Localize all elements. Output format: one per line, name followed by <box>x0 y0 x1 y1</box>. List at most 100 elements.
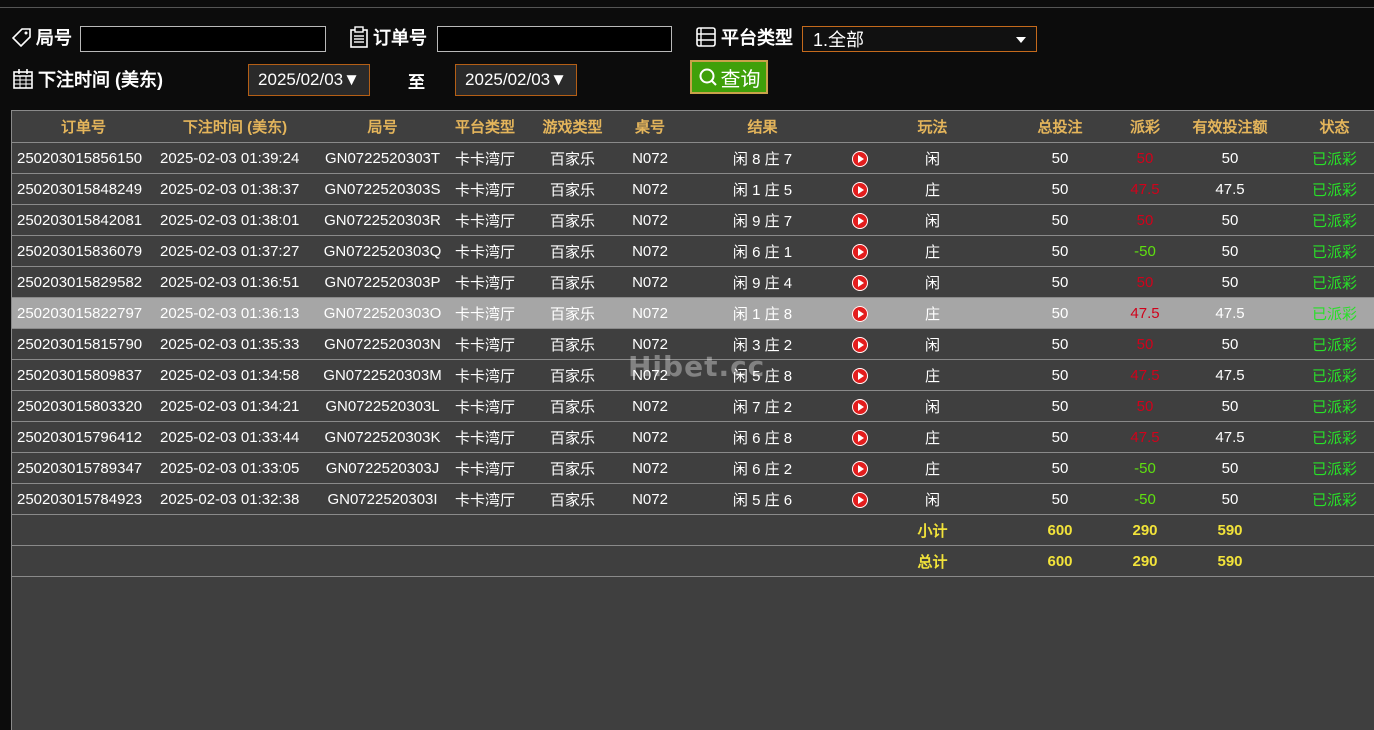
bet-time-cell: 2025-02-03 01:34:58 <box>155 359 315 391</box>
valid-bet-cell: 47.5 <box>1165 297 1295 329</box>
table-row[interactable]: 250203015796412 2025-02-03 01:33:44 GN0722… <box>12 421 1374 453</box>
search-icon <box>699 68 717 86</box>
play-video-icon[interactable] <box>852 243 868 260</box>
status-cell: 已派彩 <box>1295 483 1374 515</box>
platform-cell: 卡卡湾厅 <box>450 173 520 205</box>
table-header-row: 订单号 下注时间 (美东) 局号 平台类型 游戏类型 桌号 结果 玩法 总投注 派彩 有效投注额 状态 <box>12 111 1374 143</box>
play-video-icon[interactable] <box>852 305 868 322</box>
watermark: Hibet.cc <box>628 350 766 383</box>
table-no-cell: N072 <box>625 297 675 329</box>
bet-type-cell: 闲 <box>870 390 995 422</box>
bet-type-cell: 庄 <box>870 421 995 453</box>
replay-cell <box>850 452 870 484</box>
valid-bet-cell: 47.5 <box>1165 173 1295 205</box>
play-video-icon[interactable] <box>852 274 868 291</box>
total-bet-cell: 50 <box>995 142 1125 174</box>
column-header: 游戏类型 <box>520 111 625 143</box>
order-label: 订单号 <box>349 24 427 50</box>
payout-cell: 47.5 <box>1125 297 1165 329</box>
bet-records-panel: 订单号 下注时间 (美东) 局号 平台类型 游戏类型 桌号 结果 玩法 总投注 派彩 有效投注额 状态… <box>11 110 1374 730</box>
round-id-cell: GN0722520303O <box>315 297 450 329</box>
round-id-cell: GN0722520303K <box>315 421 450 453</box>
empty-cell <box>450 545 520 577</box>
replay-cell <box>850 390 870 422</box>
table-row[interactable]: 250203015848249 2025-02-03 01:38:37 GN0722… <box>12 173 1374 205</box>
empty-cell <box>155 514 315 546</box>
game-type-cell: 百家乐 <box>520 421 625 453</box>
query-button[interactable]: 查询 <box>690 60 768 94</box>
tag-icon <box>12 28 31 47</box>
payout-cell: 47.5 <box>1125 421 1165 453</box>
game-type-cell: 百家乐 <box>520 204 625 236</box>
total-payout: 290 <box>1125 545 1165 577</box>
column-header: 总投注 <box>995 111 1125 143</box>
table-no-cell: N072 <box>625 483 675 515</box>
column-header: 玩法 <box>870 111 995 143</box>
bet-time-cell: 2025-02-03 01:35:33 <box>155 328 315 360</box>
result-cell: 闲 6 庄 2 <box>675 452 850 484</box>
platform-cell: 卡卡湾厅 <box>450 421 520 453</box>
bet-type-cell: 庄 <box>870 235 995 267</box>
result-cell: 闲 9 庄 7 <box>675 204 850 236</box>
column-header: 平台类型 <box>450 111 520 143</box>
table-row[interactable]: 250203015803320 2025-02-03 01:34:21 GN0722… <box>12 390 1374 422</box>
order-id-cell: 250203015856150 <box>12 142 155 174</box>
list-icon <box>696 27 716 47</box>
empty-cell <box>12 514 155 546</box>
play-video-icon[interactable] <box>852 336 868 353</box>
empty-cell <box>315 545 450 577</box>
bet-time-cell: 2025-02-03 01:37:27 <box>155 235 315 267</box>
column-header: 状态 <box>1295 111 1374 143</box>
result-cell: 闲 9 庄 4 <box>675 266 850 298</box>
payout-cell: 47.5 <box>1125 173 1165 205</box>
bet-time-cell: 2025-02-03 01:32:38 <box>155 483 315 515</box>
play-video-icon[interactable] <box>852 491 868 508</box>
play-video-icon[interactable] <box>852 367 868 384</box>
column-header: 局号 <box>315 111 450 143</box>
round-id-cell: GN0722520303M <box>315 359 450 391</box>
platform-select[interactable]: 1.全部 <box>802 26 1037 52</box>
order-id-cell: 250203015836079 <box>12 235 155 267</box>
table-row[interactable]: 250203015822797 2025-02-03 01:36:13 GN0722… <box>12 297 1374 329</box>
play-video-icon[interactable] <box>852 460 868 477</box>
empty-cell <box>675 545 850 577</box>
total-bet: 600 <box>995 545 1125 577</box>
table-no-cell: N072 <box>625 235 675 267</box>
payout-cell: 50 <box>1125 142 1165 174</box>
order-input[interactable] <box>437 26 672 52</box>
date-from-value: 2025/02/03▼ <box>258 70 360 89</box>
table-row[interactable]: 250203015829582 2025-02-03 01:36:51 GN0722… <box>12 266 1374 298</box>
total-bet-cell: 50 <box>995 204 1125 236</box>
subtotal-row: 小计 600 290 590 <box>12 514 1374 546</box>
play-video-icon[interactable] <box>852 212 868 229</box>
platform-cell: 卡卡湾厅 <box>450 142 520 174</box>
total-bet-cell: 50 <box>995 235 1125 267</box>
play-video-icon[interactable] <box>852 398 868 415</box>
platform-cell: 卡卡湾厅 <box>450 359 520 391</box>
table-row[interactable]: 250203015789347 2025-02-03 01:33:05 GN0722… <box>12 452 1374 484</box>
order-id-cell: 250203015815790 <box>12 328 155 360</box>
date-from-picker[interactable]: 2025/02/03▼ <box>248 64 370 96</box>
round-input[interactable] <box>80 26 326 52</box>
payout-cell: 50 <box>1125 328 1165 360</box>
play-video-icon[interactable] <box>852 181 868 198</box>
bet-type-cell: 闲 <box>870 204 995 236</box>
order-id-cell: 250203015829582 <box>12 266 155 298</box>
table-row[interactable]: 250203015836079 2025-02-03 01:37:27 GN0722… <box>12 235 1374 267</box>
date-to-picker[interactable]: 2025/02/03▼ <box>455 64 577 96</box>
round-id-cell: GN0722520303J <box>315 452 450 484</box>
empty-cell <box>850 545 870 577</box>
top-divider <box>0 7 1374 8</box>
valid-bet-cell: 50 <box>1165 390 1295 422</box>
replay-cell <box>850 297 870 329</box>
play-video-icon[interactable] <box>852 150 868 167</box>
play-video-icon[interactable] <box>852 429 868 446</box>
game-type-cell: 百家乐 <box>520 390 625 422</box>
table-row[interactable]: 250203015842081 2025-02-03 01:38:01 GN0722… <box>12 204 1374 236</box>
status-cell: 已派彩 <box>1295 204 1374 236</box>
payout-cell: 50 <box>1125 266 1165 298</box>
status-cell: 已派彩 <box>1295 297 1374 329</box>
table-row[interactable]: 250203015856150 2025-02-03 01:39:24 GN0722… <box>12 142 1374 174</box>
table-row[interactable]: 250203015784923 2025-02-03 01:32:38 GN0722… <box>12 483 1374 515</box>
chevron-down-icon <box>1016 37 1026 43</box>
